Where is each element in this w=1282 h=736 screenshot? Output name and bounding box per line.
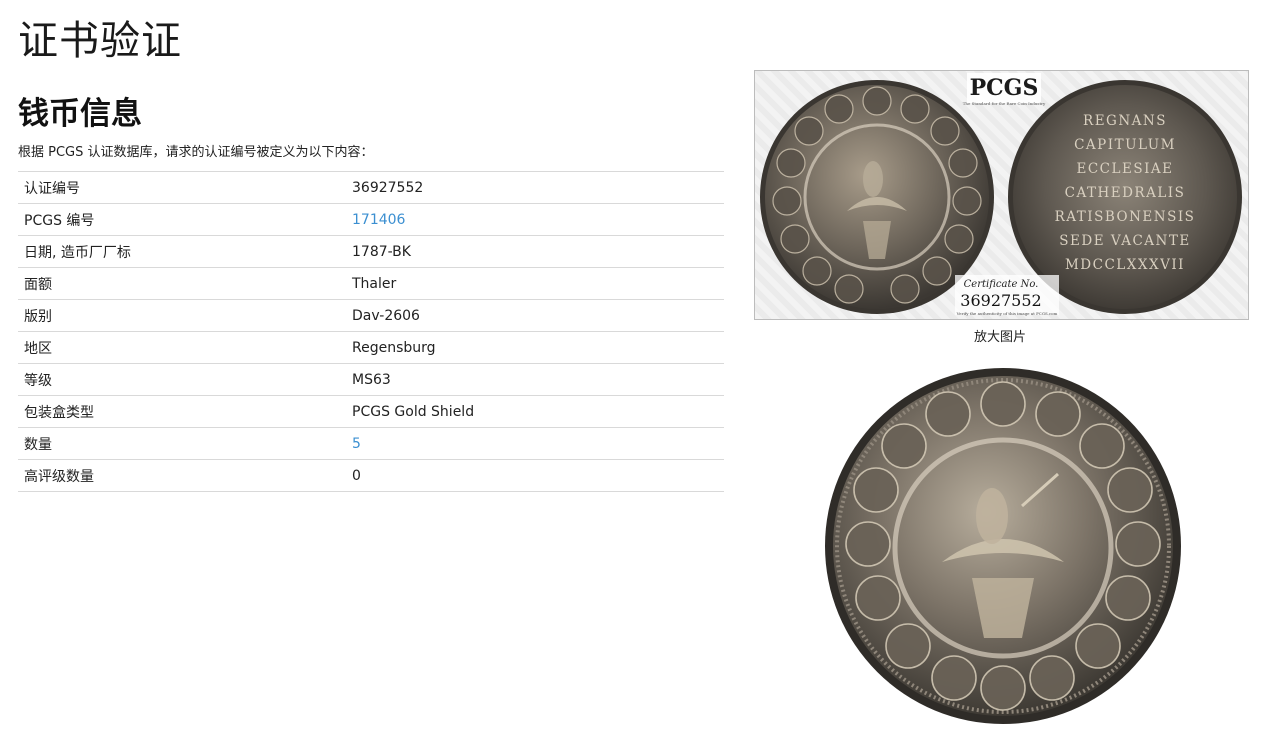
- row-value: 36927552: [346, 171, 724, 204]
- reverse-legend-line: CAPITULUM: [1074, 137, 1176, 153]
- row-label: 地区: [18, 331, 346, 364]
- intro-text: 根据 PCGS 认证数据库，请求的认证编号被定义为以下内容：: [18, 145, 374, 160]
- row-value: 0: [346, 459, 724, 492]
- row-label: 数量: [18, 427, 346, 460]
- slab-image-graphic: REGNANS CAPITULUM ECCLESIAE CATHEDRALIS RATI…: [760, 73, 1242, 316]
- row-value: MS63: [346, 363, 724, 396]
- row-value-link[interactable]: 5: [352, 436, 361, 452]
- row-label: 面额: [18, 267, 346, 300]
- table-row: 包装盒类型 PCGS Gold Shield: [18, 395, 724, 428]
- reverse-legend-line: ECCLESIAE: [1076, 161, 1173, 177]
- table-row: 日期, 造币厂厂标 1787-BK: [18, 235, 724, 268]
- table-row: 等级 MS63: [18, 363, 724, 396]
- table-row: 版别 Dav-2606: [18, 299, 724, 332]
- row-label: 版别: [18, 299, 346, 332]
- row-value: 1787-BK: [346, 235, 724, 268]
- row-value: PCGS Gold Shield: [346, 395, 724, 428]
- reverse-legend-line: REGNANS: [1083, 113, 1167, 129]
- row-label: 包装盒类型: [18, 395, 346, 428]
- table-row: 数量 5: [18, 427, 724, 460]
- svg-text:PCGS: PCGS: [970, 75, 1039, 101]
- table-row: 地区 Regensburg: [18, 331, 724, 364]
- reverse-legend-line: SEDE VACANTE: [1059, 233, 1190, 249]
- enlarge-image-link[interactable]: 放大图片: [950, 326, 1050, 345]
- svg-text:Verify the authenticity of thi: Verify the authenticity of this image at…: [956, 311, 1058, 316]
- coin-info-heading: 钱币信息: [18, 96, 142, 132]
- obverse-coin-photo: [822, 366, 1184, 726]
- obverse-coin-graphic: [825, 368, 1181, 724]
- row-value: 171406: [346, 203, 724, 236]
- reverse-legend-line: RATISBONENSIS: [1055, 209, 1196, 225]
- coin-info-table: 认证编号 36927552 PCGS 编号 171406 日期, 造币厂厂标 1787-B…: [18, 171, 724, 492]
- row-value: 5: [346, 427, 724, 460]
- page-title: 证书验证: [18, 18, 182, 64]
- svg-text:The Standard for the Rare Coin: The Standard for the Rare Coin Industry: [963, 101, 1046, 106]
- svg-text:36927552: 36927552: [960, 291, 1041, 310]
- table-row: 高评级数量 0: [18, 459, 724, 492]
- row-label: PCGS 编号: [18, 203, 346, 236]
- slab-cert-label: Certificate No. 36927552 Verify the auth…: [955, 275, 1059, 316]
- row-label: 认证编号: [18, 171, 346, 204]
- row-value: Thaler: [346, 267, 724, 300]
- row-value: Dav-2606: [346, 299, 724, 332]
- table-row: 面额 Thaler: [18, 267, 724, 300]
- row-value: Regensburg: [346, 331, 724, 364]
- row-label: 日期, 造币厂厂标: [18, 235, 346, 268]
- cert-verification-page: 证书验证 钱币信息 根据 PCGS 认证数据库，请求的认证编号被定义为以下内容：…: [0, 0, 1282, 736]
- reverse-legend-line: CATHEDRALIS: [1065, 185, 1186, 201]
- reverse-legend-line: MDCCLXXXVII: [1065, 257, 1185, 273]
- row-label: 高评级数量: [18, 459, 346, 492]
- svg-text:Certificate No.: Certificate No.: [964, 279, 1039, 290]
- row-value-link[interactable]: 171406: [352, 212, 405, 228]
- row-label: 等级: [18, 363, 346, 396]
- table-row: PCGS 编号 171406: [18, 203, 724, 236]
- table-row: 认证编号 36927552: [18, 171, 724, 204]
- slab-photo[interactable]: REGNANS CAPITULUM ECCLESIAE CATHEDRALIS RATI…: [754, 70, 1249, 320]
- pcgs-logo: PCGS The Standard for the Rare Coin Indu…: [963, 73, 1046, 106]
